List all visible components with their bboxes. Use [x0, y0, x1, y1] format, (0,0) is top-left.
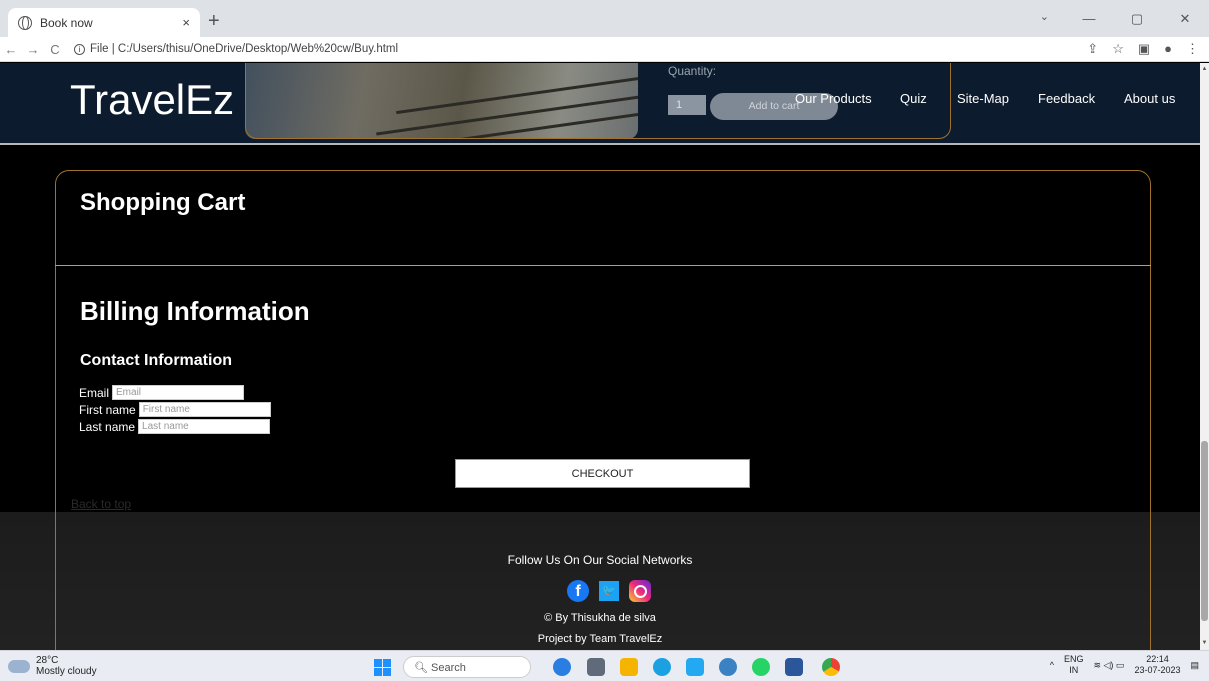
billing-heading: Billing Information	[80, 296, 310, 326]
tab-close-button[interactable]: ×	[182, 15, 190, 30]
forward-icon[interactable]: →	[22, 42, 44, 57]
search-label: Search	[431, 662, 466, 674]
bookmark-star-icon[interactable]: ☆	[1112, 41, 1124, 57]
browser-tab[interactable]: Book now ×	[8, 8, 200, 37]
quantity-input[interactable]: 1	[668, 95, 706, 115]
close-window-button[interactable]: ✕	[1161, 0, 1209, 37]
project-credit: Project by Team TravelEz	[537, 633, 663, 645]
share-icon[interactable]: ⇪	[1087, 41, 1098, 57]
windows-start-icon[interactable]	[374, 659, 391, 676]
profile-icon[interactable]: ●	[1164, 41, 1172, 57]
edge-icon[interactable]	[653, 658, 671, 676]
bing-icon[interactable]	[553, 658, 571, 676]
globe-icon	[18, 15, 32, 30]
taskbar-search[interactable]: 🔍︎ Search	[403, 656, 531, 678]
site-header: TravelEz Quantity: 1 Add to cart Our Pro…	[0, 63, 1200, 145]
tab-title: Book now	[40, 15, 93, 30]
language-indicator[interactable]: ENG IN	[1064, 654, 1084, 676]
instagram-icon[interactable]	[629, 580, 651, 602]
taskbar: 28°C Mostly cloudy 🔍︎ Search ^ ENG IN ≋ …	[0, 650, 1209, 681]
section-divider	[55, 265, 1151, 266]
follow-text: Follow Us On Our Social Networks	[507, 553, 693, 567]
window-controls: — ▢ ✕	[1065, 0, 1209, 37]
email-field[interactable]	[112, 385, 245, 400]
first-name-label: First name	[79, 402, 136, 417]
scrollbar-thumb[interactable]	[1201, 441, 1208, 621]
weather-desc: Mostly cloudy	[36, 666, 97, 677]
last-name-label: Last name	[79, 419, 136, 434]
vscode-icon[interactable]	[686, 658, 704, 676]
email-row: Email	[79, 385, 245, 400]
new-tab-button[interactable]: +	[208, 10, 220, 33]
clock[interactable]: 22:14 23-07-2023	[1134, 654, 1180, 676]
back-icon[interactable]: ←	[0, 42, 22, 57]
address-bar: ← → C i File | C:/Users/thisu/OneDrive/D…	[0, 37, 1209, 62]
chrome-icon[interactable]	[822, 658, 840, 676]
browser-tab-bar: Book now × + ⌄ — ▢ ✕	[0, 0, 1209, 37]
tab-search-icon[interactable]: ⌄	[1040, 10, 1049, 23]
nav-about-us[interactable]: About us	[1124, 91, 1175, 106]
scroll-up-arrow-icon[interactable]: ▲	[1201, 66, 1208, 74]
app-icon[interactable]	[719, 658, 737, 676]
word-icon[interactable]	[785, 658, 803, 676]
last-name-row: Last name	[79, 419, 271, 434]
lang-code: ENG	[1063, 654, 1084, 664]
nav-feedback[interactable]: Feedback	[1038, 91, 1095, 106]
scroll-down-arrow-icon[interactable]: ▼	[1201, 640, 1208, 648]
wifi-volume-battery-icon[interactable]: ≋ ◁) ▭	[1093, 660, 1124, 671]
facebook-icon[interactable]: f	[567, 580, 589, 602]
clock-date: 23-07-2023	[1134, 665, 1181, 675]
toolbar-icons: ⇪ ☆ ▣ ● ⋮	[1087, 41, 1199, 57]
contact-heading: Contact Information	[80, 352, 232, 369]
shopping-cart-heading: Shopping Cart	[80, 189, 246, 216]
last-name-field[interactable]	[138, 419, 271, 434]
nav-our-products[interactable]: Our Products	[795, 91, 872, 106]
menu-icon[interactable]: ⋮	[1186, 41, 1199, 57]
lang-region: IN	[1069, 665, 1079, 675]
system-tray: ^ ENG IN ≋ ◁) ▭ 22:14 23-07-2023 ▤	[1050, 654, 1199, 676]
first-name-field[interactable]	[138, 402, 271, 417]
url-prefix: File |	[90, 43, 115, 55]
weather-temp: 28°C	[36, 655, 59, 666]
tray-overflow-icon[interactable]: ^	[1050, 660, 1054, 670]
site-logo[interactable]: TravelEz	[70, 76, 234, 124]
checkout-button[interactable]: CHECKOUT	[455, 459, 750, 488]
email-label: Email	[79, 385, 110, 400]
info-icon[interactable]: i	[74, 43, 85, 55]
whatsapp-icon[interactable]	[752, 658, 770, 676]
first-name-row: First name	[79, 402, 271, 417]
sidepanel-icon[interactable]: ▣	[1138, 41, 1150, 57]
quantity-label: Quantity:	[668, 64, 717, 78]
url-field[interactable]: i File | C:/Users/thisu/OneDrive/Desktop…	[74, 43, 398, 55]
clock-time: 22:14	[1146, 654, 1169, 664]
twitter-icon[interactable]: 🐦	[599, 581, 619, 601]
minimize-button[interactable]: —	[1065, 0, 1113, 37]
back-to-top-link[interactable]: Back to top	[71, 497, 131, 511]
nav-site-map[interactable]: Site-Map	[957, 91, 1009, 106]
task-view-icon[interactable]	[587, 658, 605, 676]
url-text: C:/Users/thisu/OneDrive/Desktop/Web%20cw…	[117, 43, 399, 55]
maximize-button[interactable]: ▢	[1113, 0, 1161, 37]
weather-widget[interactable]: 28°C Mostly cloudy	[8, 654, 97, 677]
reload-icon[interactable]: C	[44, 42, 66, 57]
file-explorer-icon[interactable]	[620, 658, 638, 676]
social-links: f 🐦	[567, 580, 651, 602]
copyright-text: © By Thisukha de silva	[544, 612, 656, 624]
page-viewport: TravelEz Quantity: 1 Add to cart Our Pro…	[0, 63, 1200, 650]
cloud-icon	[8, 654, 30, 673]
nav-quiz[interactable]: Quiz	[900, 91, 927, 106]
notification-icon[interactable]: ▤	[1190, 660, 1199, 671]
